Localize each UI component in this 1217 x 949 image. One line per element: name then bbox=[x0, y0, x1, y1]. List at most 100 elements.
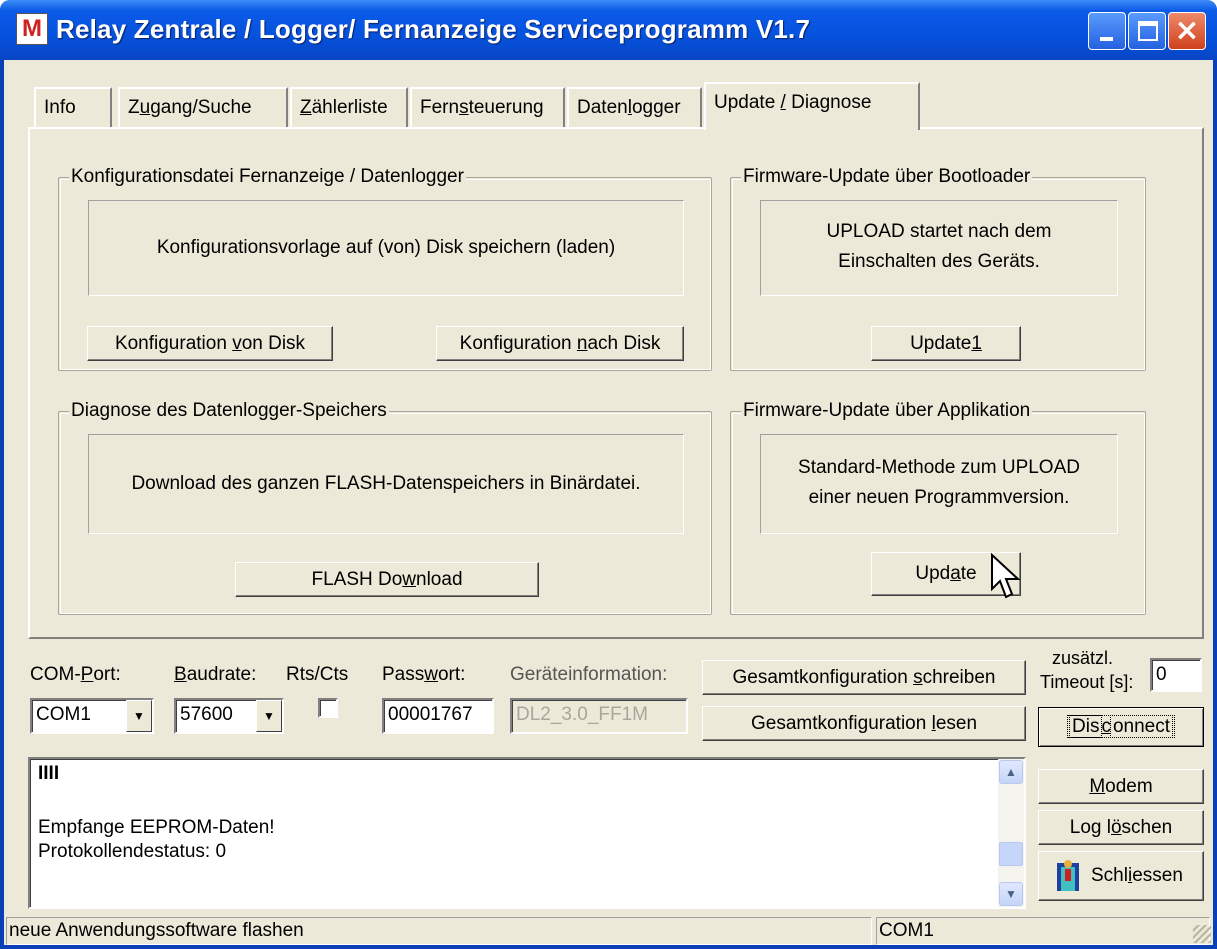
resize-grip-icon[interactable] bbox=[1193, 925, 1211, 943]
close-button[interactable]: × bbox=[1168, 12, 1206, 50]
app-update-group: Firmware-Update über Applikation Standar… bbox=[730, 400, 1146, 615]
app-logo-icon: M bbox=[16, 13, 48, 45]
accel-key: ö bbox=[1110, 817, 1122, 838]
config-from-disk-button[interactable]: Konfiguration von Disk bbox=[87, 326, 333, 361]
tab-fernsteuerung[interactable]: Fernsteuerung bbox=[410, 87, 565, 127]
update1-button[interactable]: Update1 bbox=[871, 326, 1021, 361]
select-value: 57600 bbox=[180, 704, 233, 725]
timeout-label-2: Timeout [s]: bbox=[1040, 672, 1134, 692]
close-icon: × bbox=[1174, 13, 1200, 48]
accel-key: s bbox=[459, 97, 469, 118]
scroll-up-icon[interactable]: ▲ bbox=[999, 760, 1023, 784]
button-label: FLASH Do bbox=[311, 569, 403, 590]
clear-log-button[interactable]: Log löschen bbox=[1038, 810, 1204, 845]
log-scrollbar[interactable]: ▲ ▼ bbox=[998, 759, 1024, 907]
accel-key: P bbox=[80, 664, 94, 685]
tab-label: Info bbox=[44, 97, 76, 118]
description-line: einer neuen Programmversion. bbox=[808, 487, 1070, 508]
accel-key: n bbox=[576, 333, 588, 354]
tab-label: Update bbox=[714, 92, 781, 113]
accel-key: B bbox=[174, 664, 187, 685]
button-label: ach Disk bbox=[587, 333, 661, 354]
label-text: audrate: bbox=[186, 664, 257, 685]
minimize-button[interactable] bbox=[1088, 12, 1126, 50]
button-label: Update bbox=[910, 333, 972, 354]
write-config-button[interactable]: Gesamtkonfiguration schreiben bbox=[702, 660, 1026, 695]
dropdown-arrow-icon[interactable]: ▼ bbox=[256, 700, 282, 732]
main-window: M Relay Zentrale / Logger/ Fernanzeige S… bbox=[0, 0, 1217, 949]
tab-zugang-suche[interactable]: Zugang/Suche bbox=[118, 87, 288, 127]
button-label: chreiben bbox=[922, 667, 996, 688]
label-text: ort: bbox=[93, 664, 121, 685]
device-info-label: Geräteinformation: bbox=[510, 664, 668, 685]
tab-label: Diagnose bbox=[785, 92, 872, 113]
maximize-button[interactable] bbox=[1128, 12, 1166, 50]
description-line: UPLOAD startet nach dem bbox=[826, 221, 1052, 242]
button-label: Upd bbox=[915, 563, 951, 584]
log-line: Empfange EEPROM-Daten! bbox=[38, 817, 275, 838]
title-bar[interactable]: M Relay Zentrale / Logger/ Fernanzeige S… bbox=[0, 0, 1217, 60]
group-title: Konfigurationsdatei Fernanzeige / Datenl… bbox=[69, 166, 466, 188]
button-label: on Disk bbox=[241, 333, 306, 354]
description-line: Standard-Methode zum UPLOAD bbox=[798, 457, 1080, 478]
accel-key: c bbox=[1101, 716, 1111, 737]
tab-label: ählerliste bbox=[311, 97, 388, 118]
rtscts-checkbox[interactable] bbox=[318, 698, 338, 718]
accel-key: w bbox=[424, 664, 438, 685]
tab-datenlogger[interactable]: Datenlogger bbox=[567, 87, 702, 127]
modem-button[interactable]: Modem bbox=[1038, 769, 1204, 804]
scroll-down-icon[interactable]: ▼ bbox=[999, 882, 1023, 906]
bootloader-description: UPLOAD startet nach dem Einschalten des … bbox=[760, 200, 1118, 296]
description-line: Einschalten des Geräts. bbox=[838, 251, 1040, 272]
config-file-group: Konfigurationsdatei Fernanzeige / Datenl… bbox=[58, 166, 712, 371]
accel-key: v bbox=[232, 333, 242, 354]
select-value: COM1 bbox=[36, 704, 91, 725]
client-area: Info Zugang/Suche Zählerliste Fernsteuer… bbox=[4, 60, 1213, 945]
accel-key: w bbox=[402, 569, 417, 590]
tab-update-diagnose[interactable]: Update / Diagnose bbox=[704, 82, 920, 130]
status-message: neue Anwendungssoftware flashen bbox=[6, 917, 872, 945]
config-to-disk-button[interactable]: Konfiguration nach Disk bbox=[436, 326, 684, 361]
app-update-description: Standard-Methode zum UPLOAD einer neuen … bbox=[760, 434, 1118, 534]
close-app-button[interactable]: Schliessen bbox=[1038, 851, 1204, 901]
flash-download-button[interactable]: FLASH Download bbox=[235, 562, 539, 597]
button-label: Schl bbox=[1091, 865, 1128, 886]
tab-panel-update-diagnose: Konfigurationsdatei Fernanzeige / Datenl… bbox=[28, 127, 1204, 639]
password-field[interactable]: 00001767 bbox=[382, 698, 494, 734]
accel-key: s bbox=[913, 667, 923, 688]
tab-info[interactable]: Info bbox=[34, 87, 112, 127]
button-label: essen bbox=[1132, 865, 1183, 886]
button-label: Gesamtkonfiguration bbox=[750, 713, 932, 734]
log-output[interactable]: IIII Empfange EEPROM-Daten! Protokollend… bbox=[28, 757, 1026, 909]
minimize-icon bbox=[1100, 37, 1113, 41]
exit-door-icon bbox=[1057, 859, 1079, 891]
baudrate-label: Baudrate: bbox=[174, 664, 256, 686]
rtscts-label: Rts/Cts bbox=[286, 664, 349, 685]
log-line: IIII bbox=[38, 763, 60, 784]
password-label: Passwort: bbox=[382, 664, 465, 686]
tab-zaehlerliste[interactable]: Zählerliste bbox=[290, 87, 408, 127]
label-text: ort: bbox=[437, 664, 466, 685]
timeout-field[interactable]: 0 bbox=[1150, 658, 1202, 692]
scroll-thumb[interactable] bbox=[999, 842, 1023, 866]
disconnect-button[interactable]: Dis c onnect bbox=[1038, 707, 1204, 747]
com-port-label: COM-Port: bbox=[30, 664, 121, 686]
button-label: odem bbox=[1105, 776, 1153, 797]
button-label: Konfiguration bbox=[114, 333, 233, 354]
baudrate-select[interactable]: 57600 ▼ bbox=[174, 698, 284, 734]
diagnose-group: Diagnose des Datenlogger-Speichers Downl… bbox=[58, 400, 712, 615]
button-label: nload bbox=[416, 569, 463, 590]
device-info-field: DL2_3.0_FF1M bbox=[510, 698, 688, 734]
tab-label: ogger bbox=[631, 97, 681, 118]
group-title: Firmware-Update über Bootloader bbox=[741, 166, 1033, 188]
timeout-label-1: zusätzl. bbox=[1052, 648, 1114, 668]
accel-key: Z bbox=[300, 97, 312, 118]
tab-label: Daten bbox=[577, 97, 628, 118]
button-label: Gesamtkonfiguration bbox=[732, 667, 914, 688]
dropdown-arrow-icon[interactable]: ▼ bbox=[126, 700, 152, 732]
read-config-button[interactable]: Gesamtkonfiguration lesen bbox=[702, 706, 1026, 741]
com-port-select[interactable]: COM1 ▼ bbox=[30, 698, 154, 734]
label-text: Pass bbox=[382, 664, 425, 685]
button-label: Dis bbox=[1068, 715, 1103, 738]
maximize-icon bbox=[1138, 21, 1158, 41]
